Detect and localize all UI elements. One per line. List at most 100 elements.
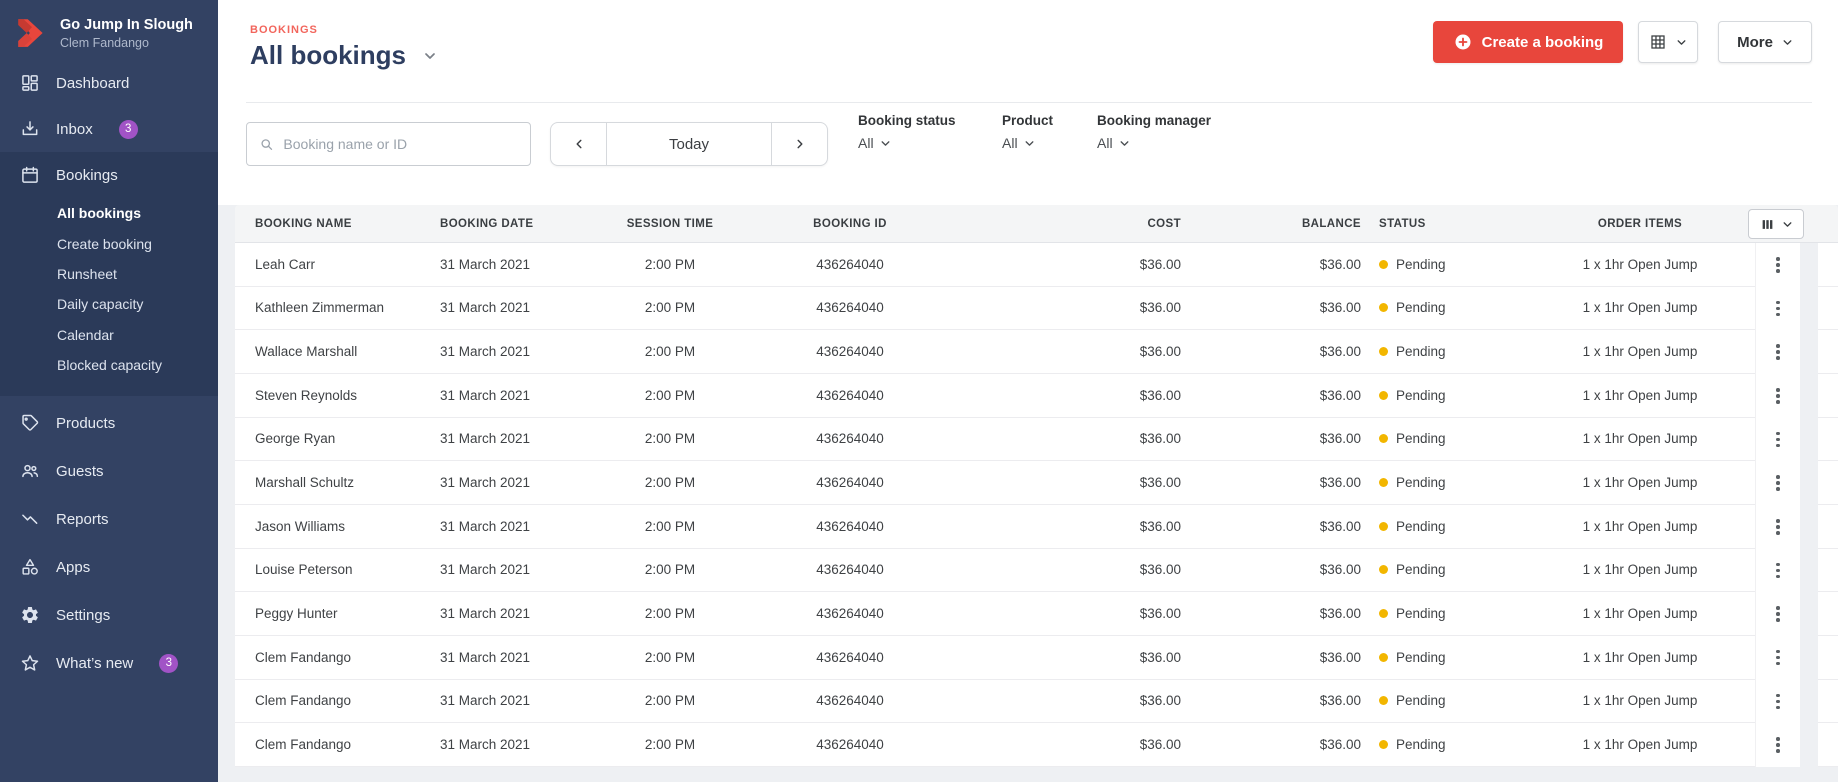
sidebar-subitem-blocked-capacity[interactable]: Blocked capacity <box>0 350 218 380</box>
cell-booking-date: 31 March 2021 <box>440 387 531 403</box>
sidebar-item-reports[interactable]: Reports <box>0 495 218 543</box>
table-row[interactable]: Kathleen Zimmerman 31 March 2021 2:00 PM… <box>235 286 1800 331</box>
sidebar-item-dashboard[interactable]: Dashboard <box>0 60 218 106</box>
sidebar-item-label: Apps <box>56 558 91 576</box>
row-actions-kebab-icon[interactable] <box>1770 600 1786 628</box>
cell-booking-id: 436264040 <box>816 562 884 578</box>
table-row[interactable]: Leah Carr 31 March 2021 2:00 PM 43626404… <box>235 243 1800 287</box>
row-actions-kebab-icon[interactable] <box>1770 557 1786 585</box>
cell-status: Pending <box>1363 431 1525 446</box>
sidebar-item-label: Dashboard <box>56 74 130 92</box>
column-header-balance: Balance <box>1301 218 1361 230</box>
status-badge: Pending <box>1396 649 1446 665</box>
status-badge: Pending <box>1396 344 1446 360</box>
sidebar-item-products[interactable]: Products <box>0 399 218 447</box>
table-row[interactable]: Wallace Marshall 31 March 2021 2:00 PM 4… <box>235 330 1800 374</box>
row-actions-kebab-icon[interactable] <box>1770 251 1786 279</box>
cell-status: Pending <box>1363 606 1525 621</box>
status-dot <box>1379 696 1388 706</box>
apps-icon <box>22 559 38 576</box>
column-settings-button[interactable] <box>1748 209 1804 239</box>
cell-status: Pending <box>1363 737 1525 752</box>
table-row[interactable]: Clem Fandango 31 March 2021 2:00 PM 4362… <box>235 635 1800 680</box>
booking-status-filter[interactable]: All <box>858 135 956 151</box>
cell-order-items: 1 x 1hr Open Jump <box>1582 431 1698 447</box>
cell-balance: $36.00 <box>1319 649 1361 665</box>
sidebar-subitem-daily-capacity[interactable]: Daily capacity <box>0 289 218 319</box>
today-button[interactable]: Today <box>607 123 771 165</box>
sidebar-item-apps[interactable]: Apps <box>0 543 218 591</box>
column-header-session-time: Session time <box>626 218 714 230</box>
cell-booking-name: Jason Williams <box>255 518 346 534</box>
row-actions-kebab-icon[interactable] <box>1770 338 1786 366</box>
cell-session-time: 2:00 PM <box>644 387 696 403</box>
cell-session-time: 2:00 PM <box>644 431 696 447</box>
brand[interactable]: Go Jump In Slough Clem Fandango <box>0 0 218 60</box>
reports-icon <box>22 514 38 525</box>
divider <box>246 102 1812 103</box>
row-actions-kebab-icon[interactable] <box>1770 644 1786 672</box>
title-chevron-down-icon[interactable] <box>422 48 438 64</box>
more-button[interactable]: More <box>1718 21 1812 63</box>
cell-order-items: 1 x 1hr Open Jump <box>1582 649 1698 665</box>
table-row[interactable]: Peggy Hunter 31 March 2021 2:00 PM 43626… <box>235 592 1800 636</box>
table-row[interactable]: George Ryan 31 March 2021 2:00 PM 436264… <box>235 417 1800 462</box>
product-filter-label: Product <box>1002 113 1054 128</box>
row-actions-kebab-icon[interactable] <box>1770 469 1786 497</box>
product-filter-value: All <box>1002 135 1018 151</box>
booking-manager-filter[interactable]: All <box>1097 135 1211 151</box>
status-badge: Pending <box>1396 431 1446 447</box>
chevron-down-icon <box>1783 39 1792 45</box>
view-grid-button[interactable] <box>1638 21 1698 63</box>
create-booking-button[interactable]: Create a booking <box>1433 21 1623 63</box>
cell-booking-date: 31 March 2021 <box>440 344 531 360</box>
inbox-badge: 3 <box>118 119 138 139</box>
sidebar-item-bookings[interactable]: Bookings <box>0 152 218 198</box>
status-dot <box>1379 259 1388 269</box>
row-actions-kebab-icon[interactable] <box>1770 731 1786 759</box>
cell-booking-id: 436264040 <box>816 256 884 272</box>
sidebar-subitem-calendar[interactable]: Calendar <box>0 320 218 350</box>
more-label: More <box>1737 33 1773 51</box>
table-row[interactable]: Clem Fandango 31 March 2021 2:00 PM 4362… <box>235 723 1800 767</box>
sidebar-item-guests[interactable]: Guests <box>0 447 218 495</box>
table-row[interactable]: Clem Fandango 31 March 2021 2:00 PM 4362… <box>235 679 1800 724</box>
booking-manager-filter-value: All <box>1097 135 1113 151</box>
sidebar-subitem-create-booking[interactable]: Create booking <box>0 229 218 259</box>
cell-cost: $36.00 <box>1139 387 1181 403</box>
sidebar-item-settings[interactable]: Settings <box>0 591 218 639</box>
table-row[interactable]: Jason Williams 31 March 2021 2:00 PM 436… <box>235 504 1800 549</box>
next-day-button[interactable] <box>771 123 827 165</box>
cell-booking-date: 31 March 2021 <box>440 256 531 272</box>
cell-cost: $36.00 <box>1139 518 1181 534</box>
cell-session-time: 2:00 PM <box>644 300 696 316</box>
sidebar-item-inbox[interactable]: Inbox 3 <box>0 106 218 152</box>
row-actions-kebab-icon[interactable] <box>1770 382 1786 410</box>
row-actions-kebab-icon[interactable] <box>1770 513 1786 541</box>
status-dot <box>1379 609 1388 619</box>
table-row[interactable]: Steven Reynolds 31 March 2021 2:00 PM 43… <box>235 373 1800 418</box>
sidebar-item-whats-new[interactable]: What’s new 3 <box>0 639 218 687</box>
row-actions-kebab-icon[interactable] <box>1770 295 1786 323</box>
cell-booking-date: 31 March 2021 <box>440 562 531 578</box>
prev-day-button[interactable] <box>551 123 607 165</box>
cell-booking-name: George Ryan <box>255 431 336 447</box>
chevron-down-icon <box>881 140 890 146</box>
cell-cost: $36.00 <box>1139 693 1181 709</box>
create-booking-label: Create a booking <box>1481 33 1604 51</box>
sidebar: Go Jump In Slough Clem Fandango Dashboar… <box>0 0 218 782</box>
product-filter[interactable]: All <box>1002 135 1053 151</box>
sidebar-subitem-runsheet[interactable]: Runsheet <box>0 259 218 289</box>
table-row[interactable]: Louise Peterson 31 March 2021 2:00 PM 43… <box>235 548 1800 593</box>
cell-cost: $36.00 <box>1139 256 1181 272</box>
booking-status-filter-value: All <box>858 135 874 151</box>
row-actions-kebab-icon[interactable] <box>1770 426 1786 454</box>
table-row[interactable]: Marshall Schultz 31 March 2021 2:00 PM 4… <box>235 461 1800 505</box>
row-actions-kebab-icon[interactable] <box>1770 688 1786 716</box>
sidebar-subitem-all-bookings[interactable]: All bookings <box>0 198 218 228</box>
search-input[interactable] <box>283 136 518 152</box>
status-dot <box>1379 740 1388 750</box>
cell-cost: $36.00 <box>1139 344 1181 360</box>
status-dot <box>1379 347 1388 357</box>
cell-cost: $36.00 <box>1139 300 1181 316</box>
